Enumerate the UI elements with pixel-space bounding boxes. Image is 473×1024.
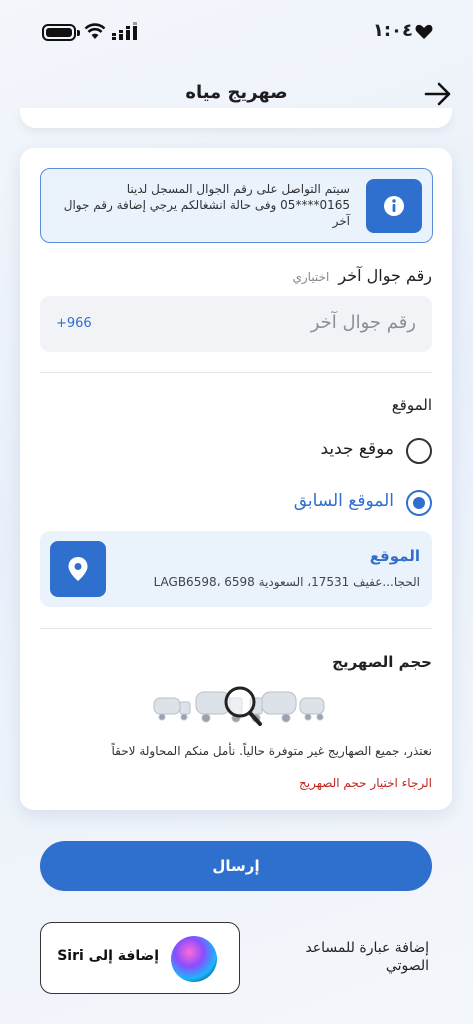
heart-icon — [415, 24, 433, 39]
info-message: سيتم التواصل على رقم الجوال المسجل لدينا… — [63, 182, 350, 228]
add-to-siri-button[interactable]: إضافة إلى Siri — [40, 922, 240, 994]
submit-button[interactable]: إرسال — [40, 841, 432, 891]
no-tanks-message: نعتذر، جميع الصهاريج غير متوفرة حالياً. … — [111, 744, 432, 758]
add-to-siri-label: إضافة إلى Siri — [57, 948, 159, 964]
map-pin-icon — [68, 557, 88, 581]
radio-new-location-label: موقع جديد — [320, 439, 394, 459]
info-icon-container — [366, 179, 422, 233]
back-arrow-icon[interactable] — [423, 80, 453, 108]
signal-icon — [112, 22, 137, 40]
app-header: صهريج مياه — [0, 70, 473, 120]
status-bar: ١:٠٤ — [0, 0, 473, 62]
info-icon — [384, 196, 404, 216]
info-notice: سيتم التواصل على رقم الجوال المسجل لدينا… — [40, 168, 433, 243]
wifi-icon — [84, 23, 106, 39]
radio-unselected-icon — [406, 438, 432, 464]
map-pin-icon-container — [50, 541, 106, 597]
radio-new-location[interactable]: موقع جديد — [132, 436, 432, 466]
optional-tag: اختياري — [292, 270, 330, 284]
divider — [40, 372, 432, 373]
siri-icon — [171, 936, 217, 982]
status-time: ١:٠٤ — [372, 20, 413, 41]
page-title: صهريج مياه — [185, 82, 288, 103]
address-title: الموقع — [369, 547, 420, 565]
selected-address-card[interactable]: الموقع الحجا...عفيف 17531، السعودية 6598… — [40, 531, 432, 607]
location-section-title: الموقع — [391, 396, 432, 414]
phone-label-text: رقم جوال آخر — [338, 266, 432, 285]
radio-previous-location-label: الموقع السابق — [293, 491, 394, 511]
battery-icon — [42, 24, 80, 41]
country-code: +966 — [56, 316, 92, 331]
radio-selected-icon — [406, 490, 432, 516]
siri-description: إضافة عبارة للمساعد الصوتي — [305, 940, 429, 974]
phone-placeholder: رقم جوال آخر — [310, 312, 416, 333]
alternate-phone-input[interactable]: رقم جوال آخر +966 — [40, 296, 432, 352]
tank-size-error: الرجاء اختيار حجم الصهريج — [298, 776, 432, 790]
radio-previous-location[interactable]: الموقع السابق — [132, 488, 432, 518]
tank-size-title: حجم الصهريج — [332, 653, 432, 671]
divider — [40, 628, 432, 629]
request-form-card: سيتم التواصل على رقم الجوال المسجل لدينا… — [20, 148, 452, 810]
phone-label: رقم جوال آخر اختياري — [292, 266, 432, 285]
address-text: الحجا...عفيف 17531، السعودية 6598 ،LAGB6… — [153, 575, 420, 589]
empty-trucks-illustration — [153, 686, 325, 726]
